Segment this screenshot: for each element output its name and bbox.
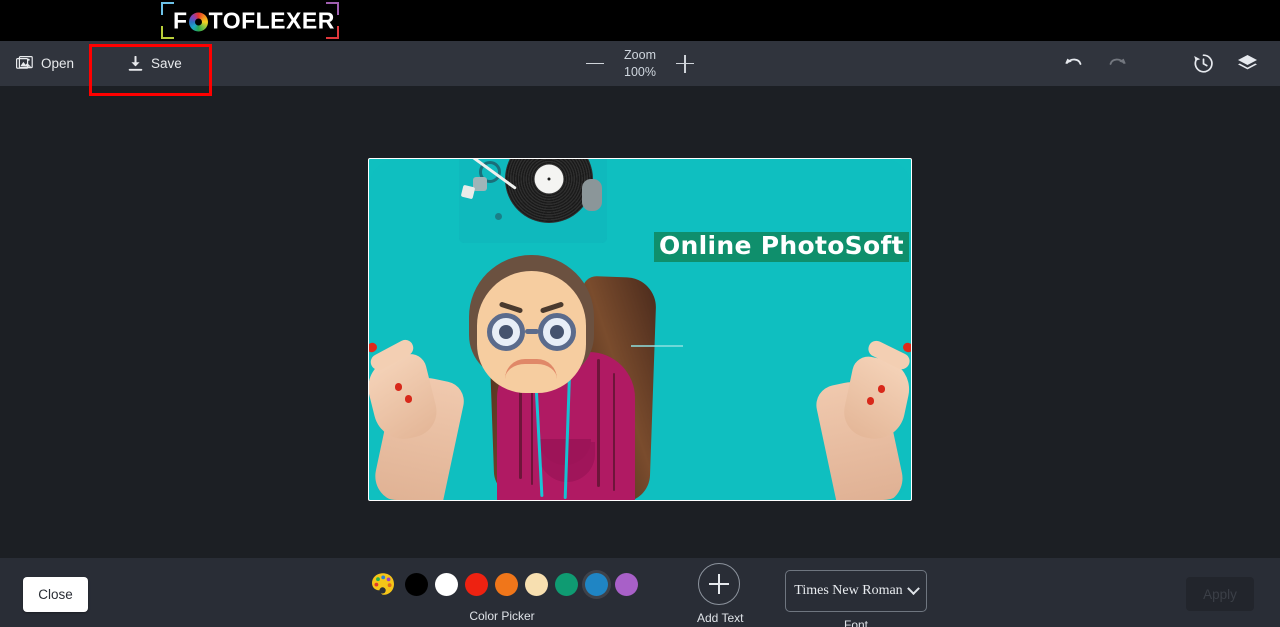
fotoflexer-app: F TOFLEXER Open Save Zoom 100% Online Ph…: [0, 0, 1280, 627]
image-canvas[interactable]: Online PhotoSoft: [368, 158, 912, 501]
color-picker-group: Color Picker: [368, 566, 648, 623]
hair-strand: [597, 359, 600, 487]
chevron-down-icon: [906, 581, 920, 595]
add-text-label: Add Text: [697, 611, 744, 625]
add-text-button[interactable]: [698, 563, 740, 605]
emoji-glasses-bridge: [525, 329, 539, 334]
emoji-face-overlay[interactable]: [469, 255, 594, 395]
open-image-icon: [16, 56, 33, 71]
nail: [878, 385, 885, 393]
nail: [405, 395, 412, 403]
brand-bar: F TOFLEXER: [0, 0, 1280, 41]
history-button[interactable]: [1188, 49, 1218, 79]
palette-icon[interactable]: [368, 569, 398, 599]
color-swatch-orange[interactable]: [495, 572, 518, 596]
nail-left: [369, 341, 379, 354]
fotoflexer-logo: F TOFLEXER: [161, 2, 339, 39]
logo-text-before: F: [173, 7, 188, 33]
color-swatch-purple[interactable]: [615, 572, 638, 596]
redo-button[interactable]: [1102, 49, 1132, 79]
color-swatch-cream[interactable]: [525, 572, 548, 596]
color-swatch-row: [368, 566, 648, 602]
color-swatch-red[interactable]: [465, 572, 488, 596]
close-button[interactable]: Close: [23, 577, 88, 612]
toolbar-right-actions: [1058, 49, 1262, 79]
zoom-readout: Zoom 100%: [624, 47, 656, 81]
zoom-percentage: 100%: [624, 64, 656, 79]
color-swatch-teal[interactable]: [555, 572, 578, 596]
emoji-pupil-left: [499, 325, 513, 339]
zoom-control: Zoom 100%: [584, 47, 696, 81]
font-group: Times New Roman Font: [785, 570, 927, 627]
emoji-pupil-right: [550, 325, 564, 339]
logo-wordmark: F TOFLEXER: [173, 7, 335, 34]
save-button[interactable]: Save: [112, 41, 198, 86]
color-picker-label: Color Picker: [469, 609, 535, 623]
zoom-out-button[interactable]: [584, 53, 606, 75]
nail: [395, 383, 402, 391]
emoji-glasses-left: [487, 313, 525, 351]
save-download-icon: [128, 55, 143, 72]
open-button-label: Open: [41, 55, 75, 71]
top-toolbar: Open Save Zoom 100%: [0, 41, 1280, 86]
font-label: Font: [843, 618, 868, 627]
zoom-label: Zoom: [624, 47, 656, 62]
hair-strand: [613, 373, 615, 491]
color-swatch-white[interactable]: [435, 572, 458, 596]
text-layer-online-photosoft[interactable]: Online PhotoSoft: [654, 232, 909, 263]
canvas-thin-line: [631, 345, 683, 347]
open-button[interactable]: Open: [0, 41, 90, 86]
woman-photo-object: [369, 159, 911, 500]
bottom-toolbar: Close Color Picker Add Text Times New Ro…: [0, 558, 1280, 627]
logo-text-after: TOFLEXER: [208, 7, 335, 33]
nail-right: [901, 341, 911, 354]
layers-button[interactable]: [1232, 49, 1262, 79]
emoji-glasses-right: [538, 313, 576, 351]
color-swatch-black[interactable]: [405, 572, 428, 596]
canvas-background: Online PhotoSoft: [369, 159, 911, 500]
undo-button[interactable]: [1058, 49, 1088, 79]
logo-bracket-frame: F TOFLEXER: [161, 2, 339, 39]
save-button-label: Save: [151, 55, 182, 71]
zoom-in-button[interactable]: [674, 53, 696, 75]
font-select-value: Times New Roman: [794, 583, 903, 598]
editor-workspace: Online PhotoSoft: [0, 86, 1280, 558]
aperture-icon: [188, 12, 208, 31]
add-text-group: Add Text: [697, 563, 744, 625]
color-swatch-blue[interactable]: [585, 572, 608, 596]
apply-button[interactable]: Apply: [1186, 577, 1254, 611]
nail: [867, 397, 874, 405]
font-select[interactable]: Times New Roman: [785, 570, 927, 612]
